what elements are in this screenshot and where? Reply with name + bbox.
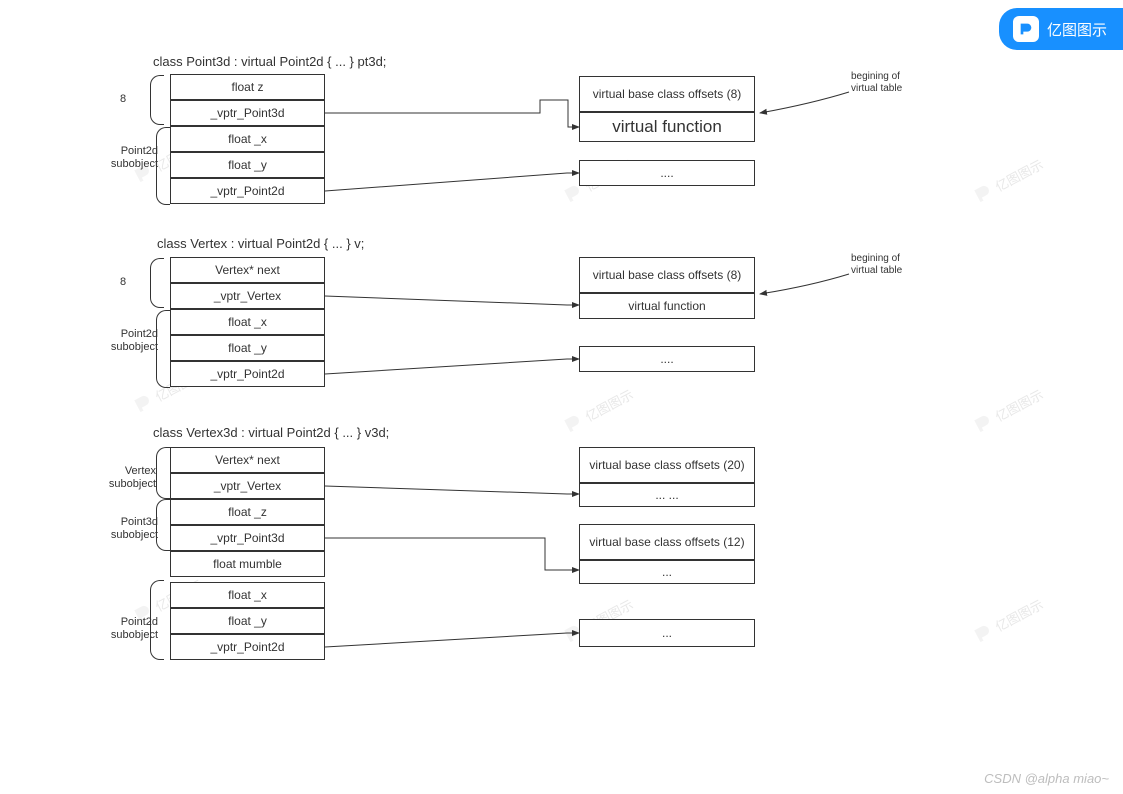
vt-cell: virtual base class offsets (12) bbox=[579, 524, 755, 560]
member-cell: Vertex* next bbox=[170, 257, 325, 283]
app-badge: 亿图图示 bbox=[999, 8, 1123, 50]
member-cell: _vptr_Vertex bbox=[170, 473, 325, 499]
vt-cell: ... bbox=[579, 619, 755, 647]
bracket bbox=[156, 447, 170, 499]
member-cell: _vptr_Point3d bbox=[170, 100, 325, 126]
vt-cell: virtual function bbox=[579, 293, 755, 319]
watermark: 亿图图示 bbox=[970, 383, 1047, 436]
vt-caption: begining of virtual table bbox=[851, 71, 941, 95]
logo-icon bbox=[1013, 16, 1039, 42]
vertex-title: class Vertex : virtual Point2d { ... } v… bbox=[157, 236, 364, 251]
bracket bbox=[156, 127, 170, 205]
vertex3d-vertex-label: Vertex subobject bbox=[100, 465, 156, 491]
vertex3d-point2d-label: Point2d subobject bbox=[98, 616, 158, 642]
bracket bbox=[150, 75, 164, 125]
member-cell: float _x bbox=[170, 309, 325, 335]
member-cell: _vptr_Point2d bbox=[170, 361, 325, 387]
vt-cell: ... bbox=[579, 560, 755, 584]
member-cell: float _x bbox=[170, 126, 325, 152]
member-cell: _vptr_Point2d bbox=[170, 634, 325, 660]
bracket bbox=[150, 258, 164, 308]
watermark: 亿图图示 bbox=[560, 383, 637, 436]
member-cell: Vertex* next bbox=[170, 447, 325, 473]
vertex3d-title: class Vertex3d : virtual Point2d { ... }… bbox=[153, 425, 389, 440]
vertex-size-label: 8 bbox=[120, 276, 126, 289]
member-cell: _vptr_Point3d bbox=[170, 525, 325, 551]
vt-cell: ... ... bbox=[579, 483, 755, 507]
bracket bbox=[156, 310, 170, 388]
member-cell: float _x bbox=[170, 582, 325, 608]
vertex-sub-label: Point2d subobject bbox=[102, 328, 158, 354]
member-cell: float mumble bbox=[170, 551, 325, 577]
vt-cell: virtual base class offsets (8) bbox=[579, 257, 755, 293]
point3d-size-label: 8 bbox=[120, 93, 126, 106]
member-cell: float _y bbox=[170, 152, 325, 178]
vt-cell: virtual base class offsets (20) bbox=[579, 447, 755, 483]
badge-text: 亿图图示 bbox=[1047, 19, 1107, 40]
member-cell: float _y bbox=[170, 608, 325, 634]
watermark: 亿图图示 bbox=[970, 593, 1047, 646]
member-cell: _vptr_Vertex bbox=[170, 283, 325, 309]
member-cell: float _y bbox=[170, 335, 325, 361]
vt-cell: .... bbox=[579, 346, 755, 372]
point3d-sub-label: Point2d subobject bbox=[102, 145, 158, 171]
vt-cell: .... bbox=[579, 160, 755, 186]
member-cell: float _z bbox=[170, 499, 325, 525]
bracket bbox=[156, 499, 170, 551]
footer-credit: CSDN @alpha miao~ bbox=[984, 771, 1109, 786]
vt-cell: virtual base class offsets (8) bbox=[579, 76, 755, 112]
watermark: 亿图图示 bbox=[970, 153, 1047, 206]
point3d-title: class Point3d : virtual Point2d { ... } … bbox=[153, 54, 386, 69]
vertex3d-point3d-label: Point3d subobject bbox=[98, 516, 158, 542]
vt-caption: begining of virtual table bbox=[851, 253, 941, 277]
connectors bbox=[0, 0, 1123, 794]
vt-cell: virtual function bbox=[579, 112, 755, 142]
member-cell: float z bbox=[170, 74, 325, 100]
member-cell: _vptr_Point2d bbox=[170, 178, 325, 204]
